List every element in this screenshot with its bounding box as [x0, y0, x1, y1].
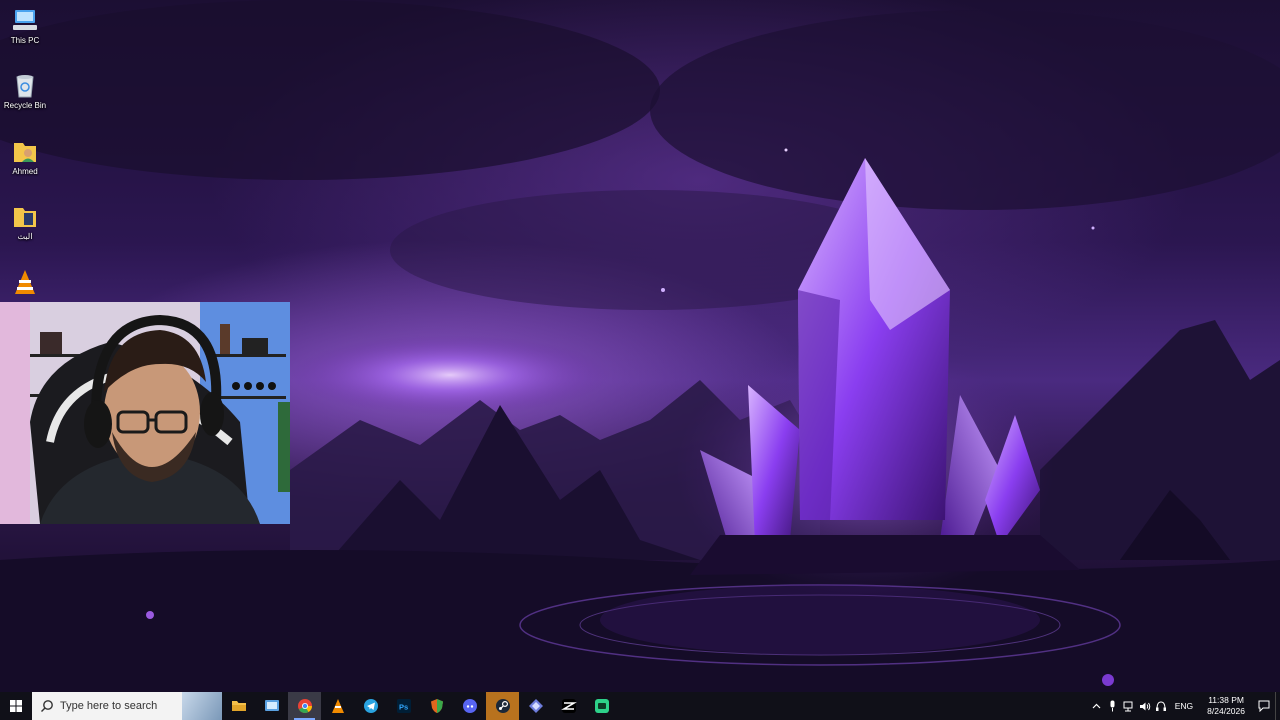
taskbar-clock[interactable]: 11:38 PM 8/24/2026 [1199, 695, 1253, 717]
desktop-icon-label: البث [17, 232, 33, 241]
file-explorer-icon [231, 701, 246, 711]
taskbar-app-chrome[interactable] [288, 692, 321, 720]
control-panel-icon [264, 700, 279, 711]
desktop-icon-label: This PC [10, 36, 40, 45]
network-icon[interactable] [1121, 692, 1137, 720]
tray-overflow-chevron-up-icon[interactable] [1089, 692, 1105, 720]
taskbar-app-capcut[interactable] [552, 692, 585, 720]
desktop-icon-recycle-bin[interactable]: Recycle Bin [2, 71, 48, 111]
taskbar: Ps [0, 692, 1280, 720]
show-desktop-button[interactable] [1275, 692, 1280, 720]
desktop-icon-broadcast-folder[interactable]: البث [2, 202, 48, 242]
start-button[interactable] [0, 692, 32, 720]
vlc-icon [331, 699, 344, 713]
search-icon [41, 700, 53, 712]
steam-icon [495, 699, 510, 713]
taskbar-app-discord[interactable] [453, 692, 486, 720]
chrome-icon [297, 699, 312, 713]
notification-center-button[interactable] [1253, 692, 1275, 720]
desktop-icon-ahmed[interactable]: Ahmed [2, 137, 48, 177]
taskbar-app-file-explorer[interactable] [222, 692, 255, 720]
taskbar-app-vlc[interactable] [321, 692, 354, 720]
discord-icon [462, 699, 477, 713]
taskbar-app-green[interactable] [585, 692, 618, 720]
system-tray: ENG 11:38 PM 8/24/2026 [1089, 692, 1280, 720]
volume-icon[interactable] [1137, 692, 1153, 720]
microphone-icon[interactable] [1105, 692, 1121, 720]
folder-icon [11, 202, 39, 230]
taskbar-app-diamond[interactable] [519, 692, 552, 720]
clock-time: 11:38 PM [1208, 695, 1244, 705]
webcam-person-image [0, 302, 290, 524]
green-app-icon [594, 699, 609, 713]
search-input[interactable] [60, 700, 190, 712]
webcam-overlay [0, 302, 290, 524]
svg-text:Ps: Ps [399, 703, 408, 712]
capcut-icon [560, 699, 577, 713]
user-folder-icon [11, 137, 39, 165]
diamond-app-icon [528, 699, 543, 713]
telegram-icon [363, 699, 378, 713]
shield-icon [430, 699, 443, 713]
taskbar-search-box[interactable] [32, 692, 222, 720]
taskbar-app-steam[interactable] [486, 692, 519, 720]
windows-logo-icon [10, 700, 22, 712]
recycle-bin-icon [11, 71, 39, 99]
taskbar-app-telegram[interactable] [354, 692, 387, 720]
desktop-icon-this-pc[interactable]: This PC [2, 6, 48, 46]
clock-date: 8/24/2026 [1207, 706, 1245, 716]
vlc-icon [11, 268, 39, 296]
search-highlight-image [182, 692, 222, 720]
photoshop-icon: Ps [396, 699, 411, 713]
taskbar-app-photoshop[interactable]: Ps [387, 692, 420, 720]
headset-icon[interactable] [1153, 692, 1169, 720]
notification-icon [1258, 700, 1270, 712]
taskbar-app-control-panel[interactable] [255, 692, 288, 720]
taskbar-app-shield[interactable] [420, 692, 453, 720]
computer-icon [11, 6, 39, 34]
desktop-icon-label: Ahmed [12, 167, 38, 176]
desktop-icon-label: Recycle Bin [3, 101, 47, 110]
language-indicator[interactable]: ENG [1169, 701, 1199, 711]
desktop-icon-vlc[interactable] [2, 268, 48, 298]
